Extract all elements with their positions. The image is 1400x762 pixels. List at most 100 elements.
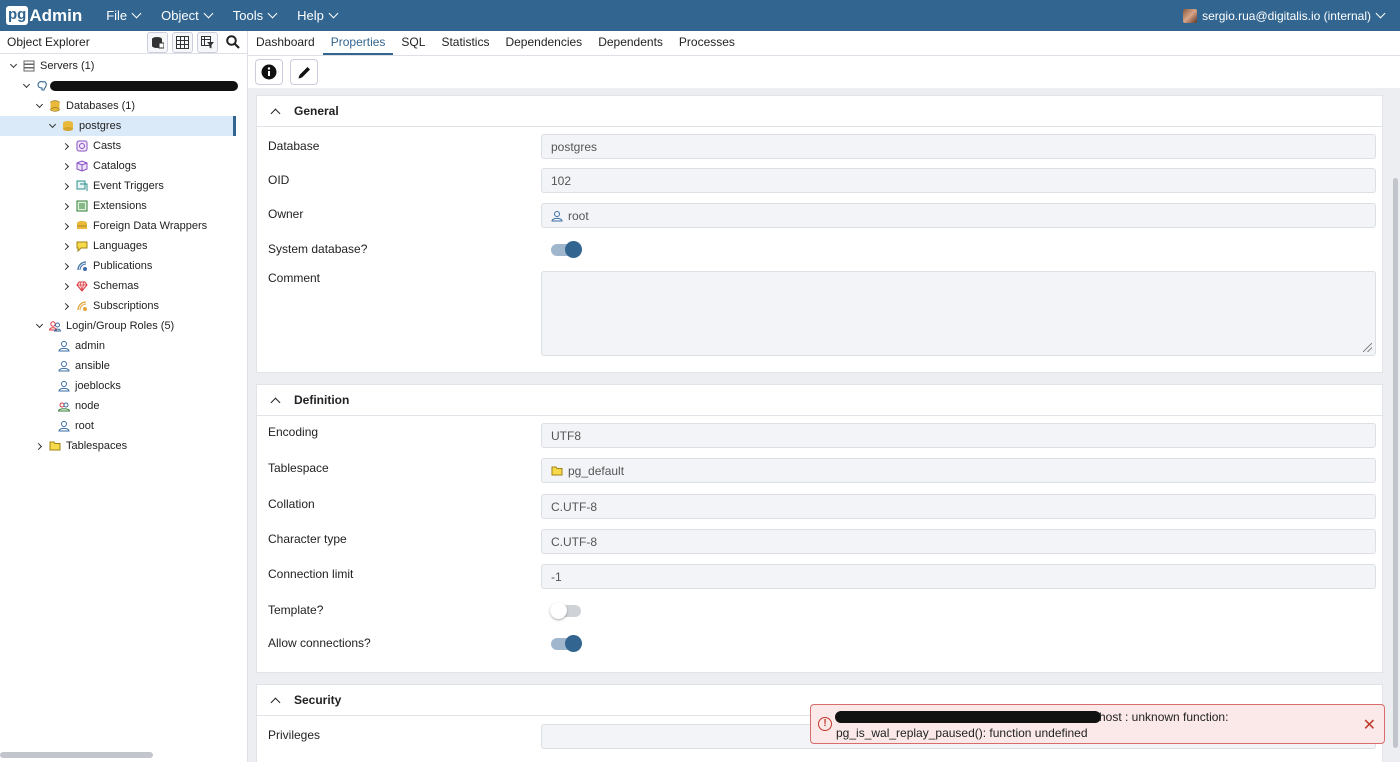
- horizontal-scrollbar[interactable]: [0, 752, 153, 758]
- collapse-icon[interactable]: [34, 100, 44, 111]
- tab-dashboard[interactable]: Dashboard: [248, 35, 323, 55]
- tree-node-role-root[interactable]: root: [0, 416, 248, 436]
- expand-icon[interactable]: [34, 441, 44, 451]
- expand-icon[interactable]: [61, 261, 71, 271]
- chevron-up-icon: [270, 108, 281, 118]
- expand-icon[interactable]: [61, 201, 71, 211]
- expand-icon[interactable]: [61, 181, 71, 191]
- tab-statistics[interactable]: Statistics: [433, 35, 497, 55]
- system-database-toggle[interactable]: [551, 241, 582, 258]
- tree-node-login-roles[interactable]: Login/Group Roles (5): [0, 316, 248, 336]
- tree-label: Languages: [93, 240, 148, 252]
- field-value: C.UTF-8: [551, 499, 597, 514]
- expand-icon[interactable]: [61, 221, 71, 231]
- section-title: General: [294, 104, 339, 118]
- tree-node-catalogs[interactable]: Catalogs: [0, 156, 248, 176]
- search-objects-button[interactable]: [222, 32, 243, 53]
- edit-button[interactable]: [290, 59, 318, 85]
- oid-field[interactable]: 102: [541, 168, 1376, 193]
- collation-field[interactable]: C.UTF-8: [541, 494, 1376, 519]
- section-definition-header[interactable]: Definition: [257, 385, 1382, 416]
- tree-label: Tablespaces: [66, 440, 128, 452]
- character-type-field[interactable]: C.UTF-8: [541, 529, 1376, 554]
- close-icon[interactable]: ✕: [1363, 715, 1376, 735]
- expand-icon[interactable]: [61, 241, 71, 251]
- chevron-down-icon: [1375, 8, 1386, 19]
- field-value: 102: [551, 173, 572, 188]
- field-label: Comment: [268, 271, 321, 285]
- tab-dependencies[interactable]: Dependencies: [497, 35, 590, 55]
- tree-node-fdw[interactable]: Foreign Data Wrappers: [0, 216, 248, 236]
- filtered-rows-button[interactable]: [197, 31, 218, 53]
- field-value: UTF8: [551, 428, 581, 443]
- publications-icon: [77, 261, 87, 271]
- tree-label: Event Triggers: [93, 180, 164, 192]
- event-triggers-icon: [76, 180, 88, 191]
- toggle-knob: [550, 602, 567, 619]
- tree-node-postgres[interactable]: postgres: [0, 116, 236, 136]
- tree-label: Subscriptions: [93, 300, 160, 312]
- tree-node-databases[interactable]: Databases (1): [0, 96, 248, 116]
- section-general-header[interactable]: General: [257, 96, 1382, 127]
- tab-properties[interactable]: Properties: [322, 35, 394, 55]
- info-button[interactable]: [255, 59, 283, 85]
- tree-node-role-node[interactable]: node: [0, 396, 248, 416]
- user-icon: [551, 210, 563, 221]
- view-data-button[interactable]: [172, 31, 193, 53]
- tablespace-field[interactable]: pg_default: [541, 458, 1376, 483]
- tree-node-role-admin[interactable]: admin: [0, 336, 248, 356]
- comment-textarea[interactable]: [541, 271, 1376, 356]
- servers-icon: [23, 60, 35, 72]
- collapse-icon[interactable]: [8, 60, 18, 71]
- field-label: System database?: [268, 242, 368, 256]
- expand-icon[interactable]: [61, 281, 71, 291]
- database-field[interactable]: postgres: [541, 134, 1376, 159]
- menu-file[interactable]: File: [106, 8, 142, 23]
- tree-label: node: [75, 400, 100, 412]
- menu-object[interactable]: Object: [161, 8, 214, 23]
- tree-node-server[interactable]: [0, 76, 248, 96]
- tab-dependents[interactable]: Dependents: [590, 35, 671, 55]
- database-query-icon: [152, 36, 164, 48]
- tree-node-schemas[interactable]: Schemas: [0, 276, 248, 296]
- owner-field[interactable]: root: [541, 203, 1376, 228]
- tree-node-role-joeblocks[interactable]: joeblocks: [0, 376, 248, 396]
- tree-node-subscriptions[interactable]: Subscriptions: [0, 296, 248, 316]
- casts-icon: [76, 140, 88, 152]
- resize-handle-icon[interactable]: [1363, 343, 1372, 352]
- tab-processes[interactable]: Processes: [671, 35, 743, 55]
- tree-node-extensions[interactable]: Extensions: [0, 196, 248, 216]
- menu-tools[interactable]: Tools: [233, 8, 278, 23]
- collapse-icon[interactable]: [21, 80, 31, 91]
- tree-label: Extensions: [93, 200, 147, 212]
- tree-node-servers[interactable]: Servers (1): [0, 56, 248, 76]
- pgadmin-logo[interactable]: pg Admin: [6, 0, 82, 31]
- expand-icon[interactable]: [61, 141, 71, 151]
- tree-node-languages[interactable]: Languages: [0, 236, 248, 256]
- tree-node-casts[interactable]: Casts: [0, 136, 248, 156]
- tree-label: Databases (1): [66, 100, 136, 112]
- encoding-field[interactable]: UTF8: [541, 423, 1376, 448]
- menu-help[interactable]: Help: [297, 8, 339, 23]
- tree-node-publications[interactable]: Publications: [0, 256, 248, 276]
- vertical-scrollbar[interactable]: [1393, 178, 1398, 748]
- allow-connections-toggle[interactable]: [551, 635, 582, 652]
- databases-icon: [50, 100, 60, 112]
- tree-node-tablespaces[interactable]: Tablespaces: [0, 436, 248, 456]
- tab-sql[interactable]: SQL: [393, 35, 433, 55]
- collapse-icon[interactable]: [47, 120, 57, 131]
- expand-icon[interactable]: [61, 161, 71, 171]
- template-toggle[interactable]: [550, 602, 581, 619]
- tree-node-event-triggers[interactable]: Event Triggers: [0, 176, 248, 196]
- toggle-knob: [565, 635, 582, 652]
- user-menu[interactable]: sergio.rua@digitalis.io (internal): [1183, 0, 1386, 31]
- avatar: [1183, 8, 1198, 23]
- tree-node-role-ansible[interactable]: ansible: [0, 356, 248, 376]
- tree-label: Catalogs: [93, 160, 137, 172]
- menu-help-label: Help: [297, 8, 324, 23]
- query-tool-button[interactable]: [147, 31, 168, 53]
- connection-limit-field[interactable]: -1: [541, 564, 1376, 589]
- collapse-icon[interactable]: [34, 320, 44, 331]
- expand-icon[interactable]: [61, 301, 71, 311]
- error-icon: !: [818, 717, 832, 731]
